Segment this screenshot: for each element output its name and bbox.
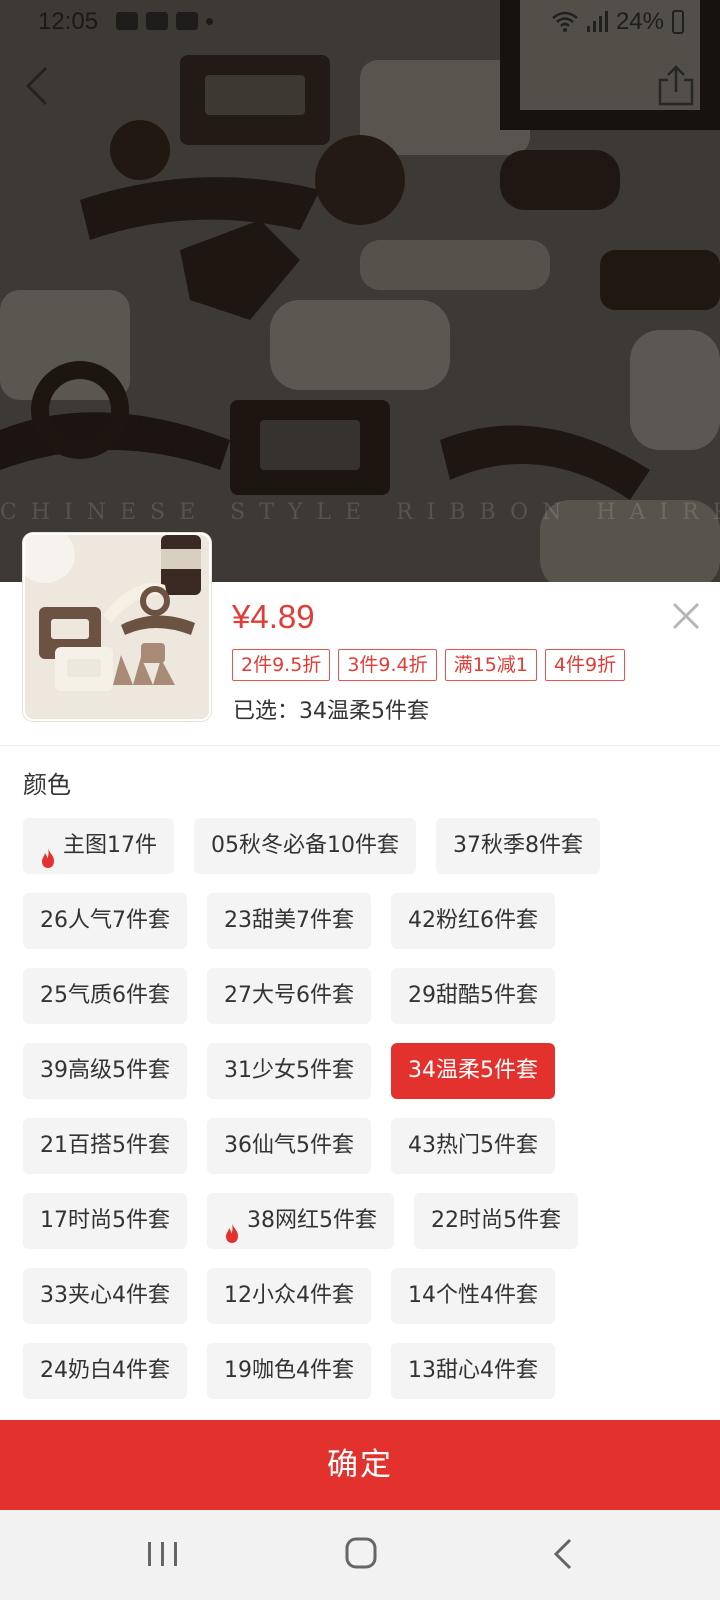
divider xyxy=(0,745,720,746)
color-option-label: 17时尚5件套 xyxy=(40,1208,170,1233)
zalo-icon xyxy=(176,12,198,30)
color-option[interactable]: 26人气7件套 xyxy=(23,893,187,949)
color-option[interactable]: 24奶白4件套 xyxy=(23,1343,187,1399)
color-option[interactable]: 17时尚5件套 xyxy=(23,1193,187,1249)
color-option-label: 05秋冬必备10件套 xyxy=(211,833,399,858)
back-button[interactable] xyxy=(20,62,60,110)
color-option[interactable]: 19咖色4件套 xyxy=(207,1343,371,1399)
color-option-label: 12小众4件套 xyxy=(224,1283,354,1308)
color-option[interactable]: 31少女5件套 xyxy=(207,1043,371,1099)
share-button[interactable] xyxy=(654,62,698,110)
status-right: 24% xyxy=(552,8,684,36)
color-option[interactable]: 42粉红6件套 xyxy=(391,893,555,949)
color-option-label: 26人气7件套 xyxy=(40,908,170,933)
signal-icon xyxy=(586,11,608,32)
color-option-label: 34温柔5件套 xyxy=(408,1058,538,1083)
more-notifications-dot xyxy=(206,17,213,25)
home-icon[interactable] xyxy=(344,1536,378,1570)
color-option-label: 24奶白4件套 xyxy=(40,1358,170,1383)
promotion-tags: 2件9.5折 3件9.4折 满15减1 4件9折 xyxy=(232,649,626,681)
color-option-label: 33夹心4件套 xyxy=(40,1283,170,1308)
status-bar: 12:05 24% xyxy=(0,0,720,46)
color-option[interactable]: 27大号6件套 xyxy=(207,968,371,1024)
color-option[interactable]: 33夹心4件套 xyxy=(23,1268,187,1324)
watermark-text: CHINESE STYLE RIBBON HAIRPIN xyxy=(0,500,720,525)
battery-percent: 24% xyxy=(615,8,664,35)
color-option[interactable]: 43热门5件套 xyxy=(391,1118,555,1174)
color-option[interactable]: 13甜心4件套 xyxy=(391,1343,555,1399)
promotion-tag: 4件9折 xyxy=(544,649,626,681)
fire-icon xyxy=(224,1210,240,1243)
status-time: 12:05 xyxy=(38,8,99,35)
selected-sku-thumbnail[interactable] xyxy=(23,533,211,721)
color-option-label: 21百搭5件套 xyxy=(40,1133,170,1158)
color-option-label: 19咖色4件套 xyxy=(224,1358,354,1383)
color-option[interactable]: 23甜美7件套 xyxy=(207,893,371,949)
color-option-selected[interactable]: 34温柔5件套 xyxy=(391,1043,555,1099)
color-option[interactable]: 12小众4件套 xyxy=(207,1268,371,1324)
color-section-title: 颜色 xyxy=(23,771,71,799)
color-option-label: 37秋季8件套 xyxy=(453,833,583,858)
color-option[interactable]: 主图17件 xyxy=(23,818,174,874)
color-option[interactable]: 37秋季8件套 xyxy=(436,818,600,874)
battery-icon xyxy=(672,10,684,34)
color-option[interactable]: 21百搭5件套 xyxy=(23,1118,187,1174)
selected-value: 34温柔5件套 xyxy=(299,699,430,724)
color-option-label: 42粉红6件套 xyxy=(408,908,538,933)
system-navigation-bar xyxy=(0,1510,720,1600)
close-icon xyxy=(672,602,700,630)
color-option-label: 25气质6件套 xyxy=(40,983,170,1008)
fire-icon xyxy=(40,835,56,868)
color-option-label: 36仙气5件套 xyxy=(224,1133,354,1158)
selected-summary: 已选： 34温柔5件套 xyxy=(233,693,429,725)
color-option[interactable]: 22时尚5件套 xyxy=(414,1193,578,1249)
promotion-tag: 3件9.4折 xyxy=(338,649,437,681)
color-option[interactable]: 25气质6件套 xyxy=(23,968,187,1024)
color-option[interactable]: 14个性4件套 xyxy=(391,1268,555,1324)
color-option[interactable]: 05秋冬必备10件套 xyxy=(194,818,416,874)
zalo-icon xyxy=(146,12,168,30)
product-image-backdrop: CHINESE STYLE RIBBON HAIRPIN xyxy=(0,0,720,590)
promotion-tag: 2件9.5折 xyxy=(232,649,331,681)
color-option[interactable]: 36仙气5件套 xyxy=(207,1118,371,1174)
notification-icons xyxy=(116,12,213,30)
image-icon xyxy=(116,12,138,30)
color-options: 主图17件 05秋冬必备10件套 37秋季8件套 26人气7件套 23甜美7件套 42粉红… xyxy=(23,818,703,1399)
product-price: ¥4.89 xyxy=(232,598,315,635)
close-button[interactable] xyxy=(668,598,704,634)
wifi-icon xyxy=(552,11,578,32)
color-option-label: 39高级5件套 xyxy=(40,1058,170,1083)
color-option-label: 29甜酷5件套 xyxy=(408,983,538,1008)
chevron-left-icon xyxy=(25,66,48,106)
color-option[interactable]: 38网红5件套 xyxy=(207,1193,394,1249)
color-option[interactable]: 39高级5件套 xyxy=(23,1043,187,1099)
color-option-label: 23甜美7件套 xyxy=(224,908,354,933)
confirm-button[interactable]: 确定 xyxy=(0,1420,720,1510)
promotion-tag: 满15减1 xyxy=(444,649,537,681)
color-option-label: 38网红5件套 xyxy=(247,1208,377,1233)
color-option-label: 27大号6件套 xyxy=(224,983,354,1008)
color-option-label: 13甜心4件套 xyxy=(408,1358,538,1383)
nav-back-icon[interactable] xyxy=(548,1536,578,1572)
color-option-label: 14个性4件套 xyxy=(408,1283,538,1308)
color-option-label: 主图17件 xyxy=(63,833,157,858)
selected-label: 已选： xyxy=(233,699,300,724)
color-option-label: 43热门5件套 xyxy=(408,1133,538,1158)
color-option-label: 31少女5件套 xyxy=(224,1058,354,1083)
share-icon xyxy=(658,65,694,106)
color-option-label: 22时尚5件套 xyxy=(431,1208,561,1233)
color-option[interactable]: 29甜酷5件套 xyxy=(391,968,555,1024)
recent-apps-icon[interactable] xyxy=(146,1538,180,1570)
